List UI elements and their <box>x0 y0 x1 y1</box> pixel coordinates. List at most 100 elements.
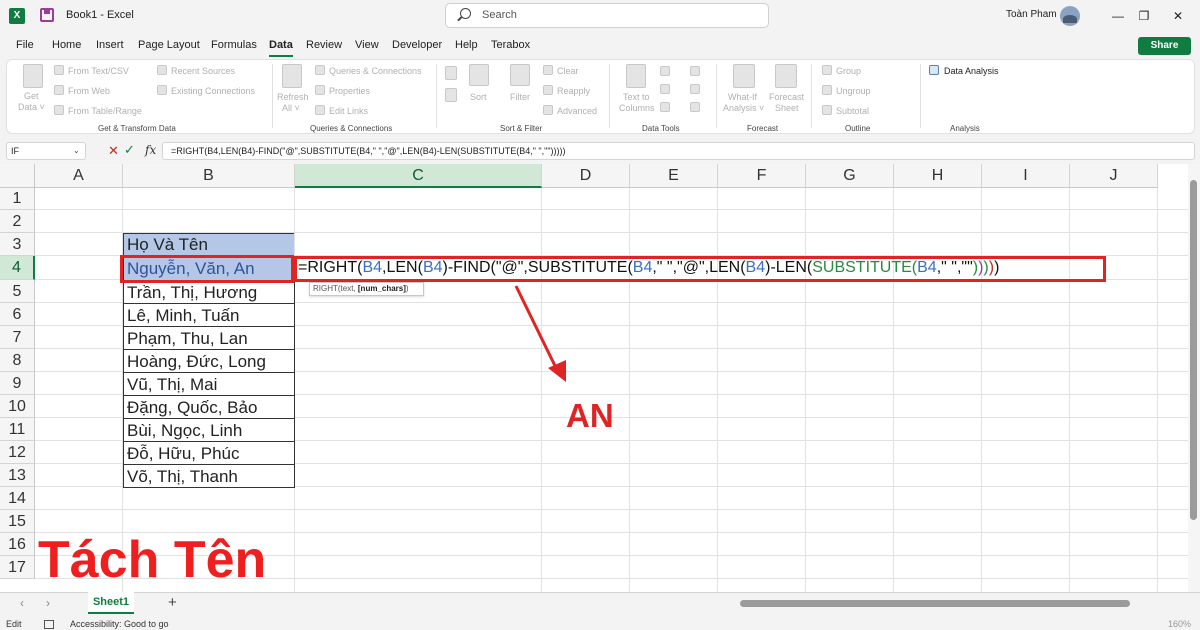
name-cell-b9[interactable]: Vũ, Thị, Mai <box>123 372 295 396</box>
save-icon[interactable] <box>40 8 54 22</box>
row-header-13[interactable]: 13 <box>0 464 35 487</box>
sort-az-icon[interactable] <box>445 66 457 80</box>
select-all-corner[interactable] <box>0 164 35 188</box>
data-model-icon[interactable] <box>690 102 700 112</box>
tab-formulas[interactable]: Formulas <box>211 39 257 51</box>
column-header-d[interactable]: D <box>542 164 630 188</box>
cancel-icon[interactable]: ✕ <box>108 143 119 159</box>
text-to-columns-label-2[interactable]: Columns <box>619 103 655 113</box>
existing-connections-button[interactable]: Existing Connections <box>171 86 255 96</box>
cell-formula-text[interactable]: =RIGHT(B4,LEN(B4)-FIND("@",SUBSTITUTE(B4… <box>298 259 999 277</box>
column-header-c[interactable]: C <box>295 164 542 188</box>
sheet-tab-sheet1[interactable]: Sheet1 <box>88 592 134 614</box>
column-header-b[interactable]: B <box>123 164 295 188</box>
name-cell-b12[interactable]: Đỗ, Hữu, Phúc <box>123 441 295 465</box>
what-if-label-2[interactable]: Analysis ˅ <box>723 103 764 113</box>
from-table-range-button[interactable]: From Table/Range <box>68 106 142 116</box>
zoom-level[interactable]: 160% <box>1168 619 1191 629</box>
column-header-e[interactable]: E <box>630 164 718 188</box>
column-header-j[interactable]: J <box>1070 164 1158 188</box>
column-header-i[interactable]: I <box>982 164 1070 188</box>
avatar[interactable] <box>1060 6 1080 26</box>
get-data-icon[interactable] <box>23 64 43 88</box>
prev-sheet-icon[interactable]: ‹ <box>20 596 24 610</box>
ungroup-button[interactable]: Ungroup <box>836 86 871 96</box>
clear-button[interactable]: Clear <box>557 66 579 76</box>
tab-help[interactable]: Help <box>455 39 478 51</box>
name-cell-b5[interactable]: Trần, Thị, Hương <box>123 280 295 304</box>
remove-duplicates-icon[interactable] <box>660 84 670 94</box>
forecast-sheet-icon[interactable] <box>775 64 797 88</box>
tab-page-layout[interactable]: Page Layout <box>138 39 200 51</box>
row-header-7[interactable]: 7 <box>0 326 35 349</box>
sort-button[interactable]: Sort <box>470 92 487 102</box>
queries-connections-button[interactable]: Queries & Connections <box>329 66 422 76</box>
reapply-button[interactable]: Reapply <box>557 86 590 96</box>
row-header-16[interactable]: 16 <box>0 533 35 556</box>
column-header-g[interactable]: G <box>806 164 894 188</box>
tab-terabox[interactable]: Terabox <box>491 39 530 51</box>
forecast-sheet-label-2[interactable]: Sheet <box>775 103 799 113</box>
get-data-label[interactable]: Get <box>24 91 39 101</box>
row-header-17[interactable]: 17 <box>0 556 35 579</box>
consolidate-icon[interactable] <box>690 66 700 76</box>
what-if-icon[interactable] <box>733 64 755 88</box>
tab-home[interactable]: Home <box>52 39 81 51</box>
minimize-icon[interactable]: — <box>1110 8 1126 24</box>
row-header-15[interactable]: 15 <box>0 510 35 533</box>
share-button[interactable]: Share <box>1138 37 1191 55</box>
row-header-9[interactable]: 9 <box>0 372 35 395</box>
formula-input[interactable]: =RIGHT(B4,LEN(B4)-FIND("@",SUBSTITUTE(B4… <box>162 142 1195 160</box>
header-cell-b3[interactable]: Họ Và Tên <box>123 233 295 256</box>
row-header-8[interactable]: 8 <box>0 349 35 372</box>
tab-insert[interactable]: Insert <box>96 39 124 51</box>
get-data-label-2[interactable]: Data ˅ <box>18 102 45 112</box>
relationships-icon[interactable] <box>690 84 700 94</box>
enter-icon[interactable]: ✓ <box>124 142 135 158</box>
name-cell-b11[interactable]: Bùi, Ngọc, Linh <box>123 418 295 442</box>
properties-button[interactable]: Properties <box>329 86 370 96</box>
restore-icon[interactable]: ❐ <box>1136 8 1152 24</box>
forecast-sheet-label[interactable]: Forecast <box>769 92 804 102</box>
column-header-a[interactable]: A <box>35 164 123 188</box>
sort-za-icon[interactable] <box>445 88 457 102</box>
refresh-icon[interactable] <box>282 64 302 88</box>
row-header-2[interactable]: 2 <box>0 210 35 233</box>
close-icon[interactable]: ✕ <box>1170 8 1186 24</box>
advanced-button[interactable]: Advanced <box>557 106 597 116</box>
tab-developer[interactable]: Developer <box>392 39 442 51</box>
data-validation-icon[interactable] <box>660 102 670 112</box>
horizontal-scroll-thumb[interactable] <box>740 600 1130 607</box>
tab-review[interactable]: Review <box>306 39 342 51</box>
next-sheet-icon[interactable]: › <box>46 596 50 610</box>
tab-data[interactable]: Data <box>269 39 293 51</box>
text-to-columns-icon[interactable] <box>626 64 646 88</box>
filter-button[interactable]: Filter <box>510 92 530 102</box>
name-cell-b6[interactable]: Lê, Minh, Tuấn <box>123 303 295 327</box>
data-analysis-button[interactable]: Data Analysis <box>944 66 999 76</box>
row-header-1[interactable]: 1 <box>0 188 35 210</box>
recent-sources-button[interactable]: Recent Sources <box>171 66 235 76</box>
what-if-label[interactable]: What-If <box>728 92 757 102</box>
edit-links-button[interactable]: Edit Links <box>329 106 368 116</box>
column-header-h[interactable]: H <box>894 164 982 188</box>
tab-view[interactable]: View <box>355 39 379 51</box>
from-text-csv-button[interactable]: From Text/CSV <box>68 66 129 76</box>
macro-icon[interactable] <box>44 620 54 629</box>
row-header-12[interactable]: 12 <box>0 441 35 464</box>
row-header-14[interactable]: 14 <box>0 487 35 510</box>
refresh-all-label[interactable]: Refresh <box>277 92 309 102</box>
name-cell-b7[interactable]: Phạm, Thu, Lan <box>123 326 295 350</box>
chevron-down-icon[interactable]: ⌄ <box>73 146 80 155</box>
filter-icon[interactable] <box>510 64 530 86</box>
vertical-scroll-thumb[interactable] <box>1190 180 1197 520</box>
sort-icon[interactable] <box>469 64 489 86</box>
name-cell-b10[interactable]: Đặng, Quốc, Bảo <box>123 395 295 419</box>
row-header-4[interactable]: 4 <box>0 256 35 280</box>
from-web-button[interactable]: From Web <box>68 86 110 96</box>
flash-fill-icon[interactable] <box>660 66 670 76</box>
add-sheet-button[interactable]: + <box>168 594 177 611</box>
text-to-columns-label[interactable]: Text to <box>623 92 650 102</box>
group-button[interactable]: Group <box>836 66 861 76</box>
accessibility-status[interactable]: Accessibility: Good to go <box>70 619 169 629</box>
